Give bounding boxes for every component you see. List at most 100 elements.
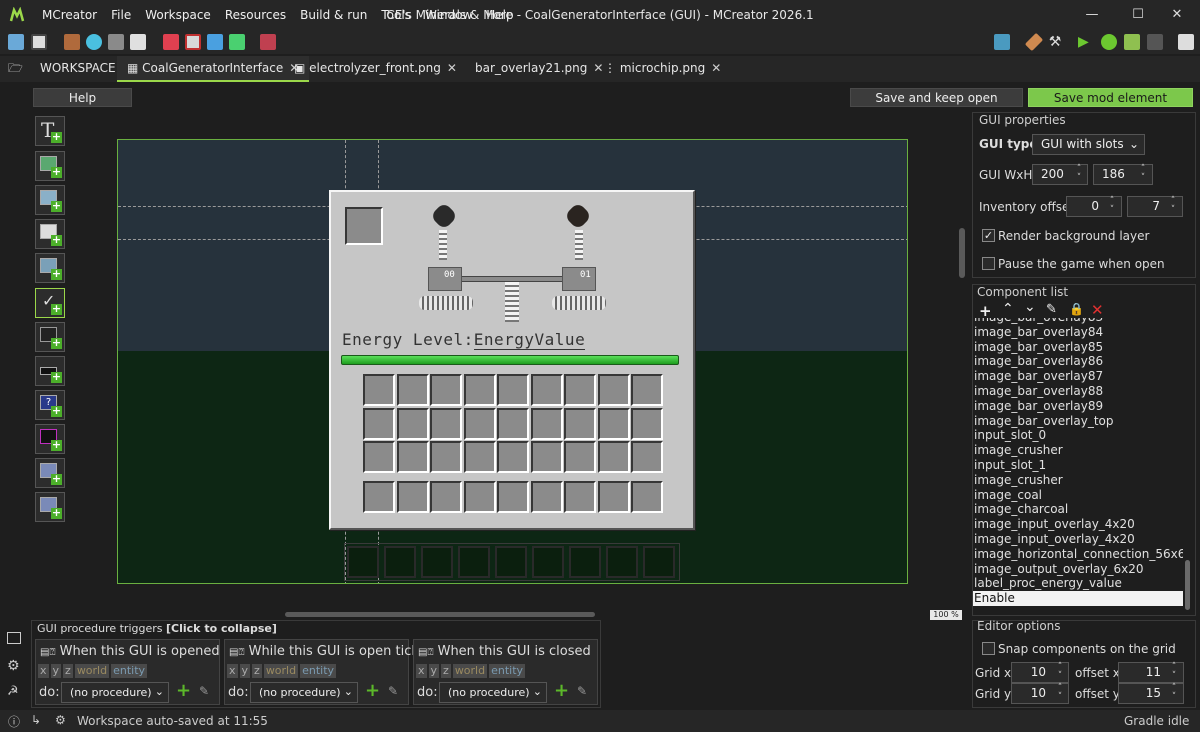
inventory-slot[interactable] [564,441,596,473]
inventory-slot[interactable] [463,407,496,440]
component-list-item[interactable]: image_bar_overlay86 [973,354,1183,369]
add-procedure-icon[interactable]: + [365,680,380,701]
inventory-slot[interactable] [564,374,596,406]
menu-workspace[interactable]: Workspace [138,8,218,22]
add-output-slot-tool[interactable]: + [35,492,65,522]
tab-microchip[interactable]: ⋮ microchip.png ✕ [604,56,721,82]
inventory-slot[interactable] [396,441,429,473]
help-button[interactable]: Help [33,88,132,107]
component-list-item[interactable]: image_input_overlay_4x20 [973,532,1183,547]
hotbar-slot[interactable] [497,481,529,513]
close-tab-icon[interactable]: ✕ [447,61,457,75]
gui-triggers-title[interactable]: GUI procedure triggers [Click to collaps… [37,622,277,635]
menu-help[interactable]: Help [479,8,520,22]
add-procedure-icon[interactable]: + [176,680,191,701]
spinner-arrows-icon[interactable]: ˄ ˅ [1053,663,1067,682]
save-mod-element-button[interactable]: Save mod element [1028,88,1193,107]
sprite-icon[interactable] [185,34,201,50]
tab-electrolyzer-front[interactable]: ▣ electrolyzer_front.png ✕ [294,56,457,82]
output-slot[interactable] [345,207,383,245]
inventory-slot[interactable] [463,441,496,473]
component-list-item[interactable]: image_bar_overlay88 [973,384,1183,399]
component-list-item[interactable]: image_crusher [973,473,1183,488]
info-icon[interactable]: ⓘ [8,713,20,730]
component-list-item[interactable]: image_bar_overlay83 [973,318,1183,325]
inventory-slot[interactable] [597,407,630,440]
inventory-slot[interactable] [396,407,429,440]
component-list-item[interactable]: image_output_overlay_6x20 [973,562,1183,577]
close-tab-icon[interactable]: ✕ [711,61,721,75]
spinner-arrows-icon[interactable]: ˄ ˅ [1167,663,1181,682]
plugin-icon[interactable]: ☭ [7,684,19,699]
add-text-field-tool[interactable]: + [35,356,65,386]
sound-icon[interactable] [86,34,102,50]
component-list-item[interactable]: image_input_overlay_4x20 [973,517,1183,532]
menu-build-run[interactable]: Build & run [293,8,374,22]
block-icon[interactable] [64,34,80,50]
pause-game-checkbox[interactable] [982,257,995,270]
component-list-item[interactable]: image_crusher [973,443,1183,458]
menu-resources[interactable]: Resources [218,8,293,22]
lock-icon[interactable]: 🔒 [1069,302,1084,316]
inventory-slot[interactable] [564,407,596,440]
inventory-slot[interactable] [530,374,563,406]
layout-icon[interactable] [229,34,245,50]
folder-icon[interactable] [994,34,1010,50]
hotbar-slot[interactable] [631,481,663,513]
move-up-icon[interactable]: ⌃ [1002,301,1014,317]
move-down-icon[interactable]: ⌄ [1024,299,1036,315]
menu-file[interactable]: File [104,8,138,22]
grid-icon[interactable] [207,34,223,50]
procedure-select[interactable]: (no procedure) ⌄ [439,682,547,703]
inventory-slot[interactable] [363,374,395,406]
component-list-item[interactable]: image_charcoal [973,502,1183,517]
component-list-item[interactable]: image_coal [973,488,1183,503]
component-list-item[interactable]: image_horizontal_connection_56x6 [973,547,1183,562]
inventory-slot[interactable] [463,374,496,406]
add-image-button-tool[interactable]: + [35,253,65,283]
edit-procedure-icon[interactable]: ✎ [388,684,398,698]
variables-icon[interactable] [260,34,276,50]
add-input-slot-tool[interactable]: + [35,322,65,352]
git-icon[interactable]: ↳ [31,713,41,727]
add-sprite-tool[interactable]: + [35,185,65,215]
component-list-item[interactable]: image_bar_overlay89 [973,399,1183,414]
gui-type-select[interactable]: GUI with slots ⌄ [1032,134,1145,155]
inventory-slot[interactable] [530,441,563,473]
procedure-select[interactable]: (no procedure) ⌄ [61,682,169,703]
close-window-icon[interactable]: ✕ [1154,0,1200,30]
properties-scrollbar[interactable] [959,228,965,278]
inventory-slot[interactable] [430,374,462,406]
hotbar-slot[interactable] [396,481,429,513]
canvas-scrollbar[interactable] [285,612,595,617]
add-procedure-icon[interactable]: + [554,680,569,701]
spinner-arrows-icon[interactable]: ˄ ˅ [1072,165,1086,184]
inventory-slot[interactable] [530,407,563,440]
add-text-label-tool[interactable]: T + [35,116,65,146]
component-list-item[interactable]: image_bar_overlay84 [973,325,1183,340]
hotbar-slot[interactable] [564,481,596,513]
inventory-slot[interactable] [430,441,462,473]
tab-workspace[interactable]: WORKSPACE [40,56,116,82]
structure-icon[interactable] [108,34,124,50]
add-tooltip-tool[interactable]: ? + [35,390,65,420]
texture-icon[interactable] [163,34,179,50]
add-checkbox-tool[interactable]: ✓ + [35,288,65,318]
render-background-checkbox[interactable]: ✓ [982,229,995,242]
tab-bar-overlay21[interactable]: bar_overlay21.png ✕ [475,56,603,82]
spinner-arrows-icon[interactable]: ˄ ˅ [1167,684,1181,703]
hotbar-slot[interactable] [597,481,630,513]
hotbar-slot[interactable] [430,481,462,513]
edit-procedure-icon[interactable]: ✎ [577,684,587,698]
input-slot-1[interactable]: 01 [562,267,596,291]
add-slider-tool[interactable]: + [35,458,65,488]
spinner-arrows-icon[interactable]: ˄ ˅ [1105,197,1119,216]
delete-icon[interactable]: ✕ [1091,301,1104,319]
menu-tools[interactable]: Tools [374,8,418,22]
close-tab-icon[interactable]: ✕ [593,61,603,75]
tab-coal-generator-interface[interactable]: ▦ CoalGeneratorInterface ✕ [117,56,310,82]
component-list-scrollbar[interactable] [1185,560,1190,610]
inventory-slot[interactable] [631,407,663,440]
component-list[interactable]: image_bar_overlay83image_bar_overlay84im… [973,318,1183,613]
share-icon[interactable] [1178,34,1194,50]
